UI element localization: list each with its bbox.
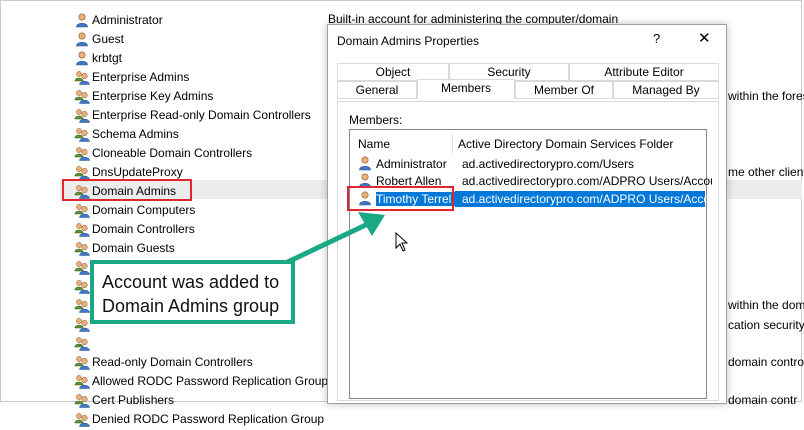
list-item[interactable]: Denied RODC Password Replication Group [74, 409, 324, 428]
annotation-callout: Account was added to Domain Admins group [90, 260, 295, 324]
callout-arrow [273, 212, 409, 271]
list-item-label: Denied RODC Password Replication Group [92, 411, 325, 426]
group-icon [74, 411, 90, 427]
tab-members[interactable]: Members [417, 79, 515, 99]
